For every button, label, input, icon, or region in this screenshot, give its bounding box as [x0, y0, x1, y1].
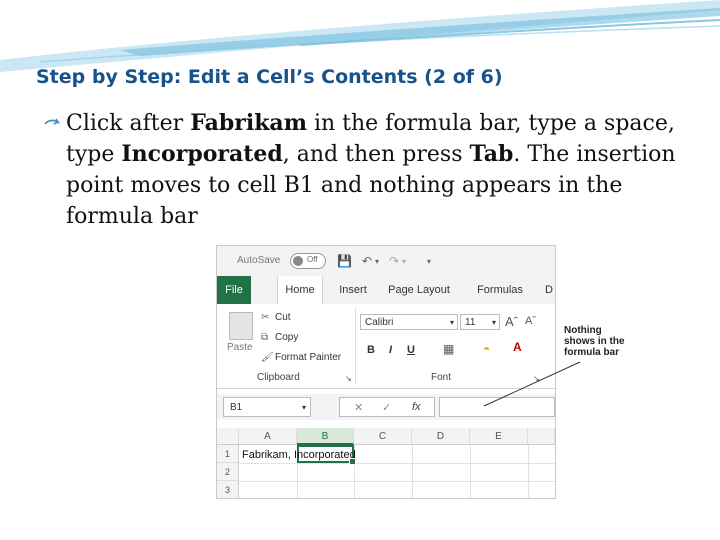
enter-icon[interactable]: ✓ — [382, 401, 391, 414]
quick-access-toolbar: AutoSave Off 💾 ↶ ▾ ↷ ▾ ▾ — [217, 246, 555, 276]
callout-line-1: Nothing — [564, 325, 602, 336]
group-divider — [355, 308, 356, 384]
clipboard-launcher-icon[interactable]: ↘ — [345, 374, 352, 383]
column-header-a[interactable]: A — [239, 428, 297, 445]
chevron-down-icon: ▾ — [491, 318, 496, 327]
copy-button[interactable]: ⧉ Copy — [261, 332, 298, 343]
excel-screenshot: AutoSave Off 💾 ↶ ▾ ↷ ▾ ▾ File Home Inser… — [216, 245, 556, 499]
chevron-down-icon: ▾ — [301, 403, 306, 412]
select-all-corner[interactable] — [217, 428, 239, 445]
tab-page-layout[interactable]: Page Layout — [383, 276, 455, 304]
callout-line-2: shows in the — [564, 336, 625, 347]
copy-label: Copy — [275, 332, 299, 343]
grid-line — [412, 445, 413, 498]
clipboard-group-label: Clipboard — [257, 372, 300, 383]
insert-function-icon[interactable]: fx — [412, 401, 421, 413]
font-group-label: Font — [431, 372, 452, 383]
undo-icon[interactable]: ↶ — [362, 254, 372, 268]
autosave-label: AutoSave — [237, 255, 281, 266]
paste-icon[interactable] — [229, 312, 253, 340]
copy-icon: ⧉ — [261, 332, 269, 343]
toggle-state: Off — [307, 255, 318, 264]
font-size-select[interactable]: 11 ▾ — [460, 314, 500, 330]
autosave-toggle[interactable]: Off — [290, 253, 326, 269]
bullet-paragraph: Click after Fabrikam in the formula bar,… — [44, 108, 684, 232]
name-box-value: B1 — [230, 402, 243, 413]
font-name-value: Calibri — [365, 317, 394, 328]
fill-color-icon[interactable]: ◓ — [483, 342, 490, 356]
brush-icon: 🖌 — [261, 352, 274, 363]
ribbon-tabs: File Home Insert Page Layout Formulas D — [217, 276, 555, 304]
row-header-2[interactable]: 2 — [217, 463, 239, 481]
tab-data[interactable]: D — [543, 276, 555, 304]
paste-button[interactable]: Paste — [227, 342, 253, 353]
toggle-knob — [293, 256, 303, 266]
borders-icon[interactable]: ▦ — [443, 342, 454, 356]
bullet-text: Click after Fabrikam in the formula bar,… — [44, 108, 684, 232]
font-color-icon[interactable]: A — [513, 340, 522, 354]
bullet-bold-tab: Tab — [469, 141, 514, 167]
font-launcher-icon[interactable]: ↘ — [533, 374, 540, 383]
name-box[interactable]: B1 ▾ — [223, 397, 311, 417]
grid-line — [528, 445, 529, 498]
cell-a1[interactable]: Fabrikam, Incorporated — [242, 449, 356, 461]
formula-bar: B1 ▾ ✕ ✓ fx — [217, 394, 555, 420]
column-header-d[interactable]: D — [412, 428, 470, 445]
column-header-e[interactable]: E — [470, 428, 528, 445]
scissors-icon: ✂ — [261, 312, 270, 323]
save-icon[interactable]: 💾 — [337, 254, 352, 268]
tab-formulas[interactable]: Formulas — [469, 276, 531, 304]
bullet-bold-incorporated: Incorporated — [121, 141, 283, 167]
cut-button[interactable]: ✂ Cut — [261, 312, 291, 323]
grid-line — [239, 481, 555, 482]
home-ribbon: Paste ✂ Cut ⧉ Copy 🖌Format Painter Clipboa… — [217, 304, 555, 389]
formula-buttons: ✕ ✓ fx — [339, 397, 435, 417]
font-size-value: 11 — [465, 317, 476, 328]
cancel-icon[interactable]: ✕ — [354, 401, 363, 414]
format-painter-button[interactable]: 🖌Format Painter — [261, 352, 341, 363]
format-painter-label: Format Painter — [275, 352, 342, 363]
bold-button[interactable]: B — [367, 344, 375, 356]
grid-line — [239, 463, 555, 464]
row-header-1[interactable]: 1 — [217, 445, 239, 463]
undo-dropdown-icon[interactable]: ▾ — [375, 257, 379, 266]
chevron-down-icon: ▾ — [449, 318, 454, 327]
column-header-c[interactable]: C — [354, 428, 412, 445]
bullet-text-3: , and then press — [282, 142, 470, 167]
cut-label: Cut — [275, 312, 291, 323]
bullet-bold-fabrikam: Fabrikam — [190, 110, 307, 136]
italic-button[interactable]: I — [389, 344, 392, 356]
worksheet-grid: A B C D E 1 2 3 Fabrikam, Incorporated — [217, 428, 555, 498]
tab-file[interactable]: File — [217, 276, 251, 304]
bullet-text-1: Click after — [66, 111, 191, 136]
grow-font-icon[interactable]: Aˆ — [505, 314, 518, 329]
grid-line — [470, 445, 471, 498]
bullet-arrow-icon — [44, 118, 61, 125]
formula-input[interactable] — [439, 397, 555, 417]
callout-line-3: formula bar — [564, 347, 620, 358]
shrink-font-icon[interactable]: Aˇ — [525, 315, 536, 327]
font-name-select[interactable]: Calibri ▾ — [360, 314, 458, 330]
row-header-3[interactable]: 3 — [217, 481, 239, 498]
tab-insert[interactable]: Insert — [333, 276, 373, 304]
slide-title: Step by Step: Edit a Cell’s Contents (2 … — [36, 66, 503, 88]
customize-icon[interactable]: ▾ — [427, 257, 431, 266]
redo-icon[interactable]: ↷ — [389, 254, 399, 268]
redo-dropdown-icon[interactable]: ▾ — [402, 257, 406, 266]
column-header-f[interactable] — [528, 428, 555, 445]
column-header-b[interactable]: B — [297, 428, 354, 445]
callout-label: Nothing shows in the formula bar — [564, 325, 625, 358]
underline-button[interactable]: U — [407, 344, 415, 356]
tab-home[interactable]: Home — [277, 276, 323, 304]
